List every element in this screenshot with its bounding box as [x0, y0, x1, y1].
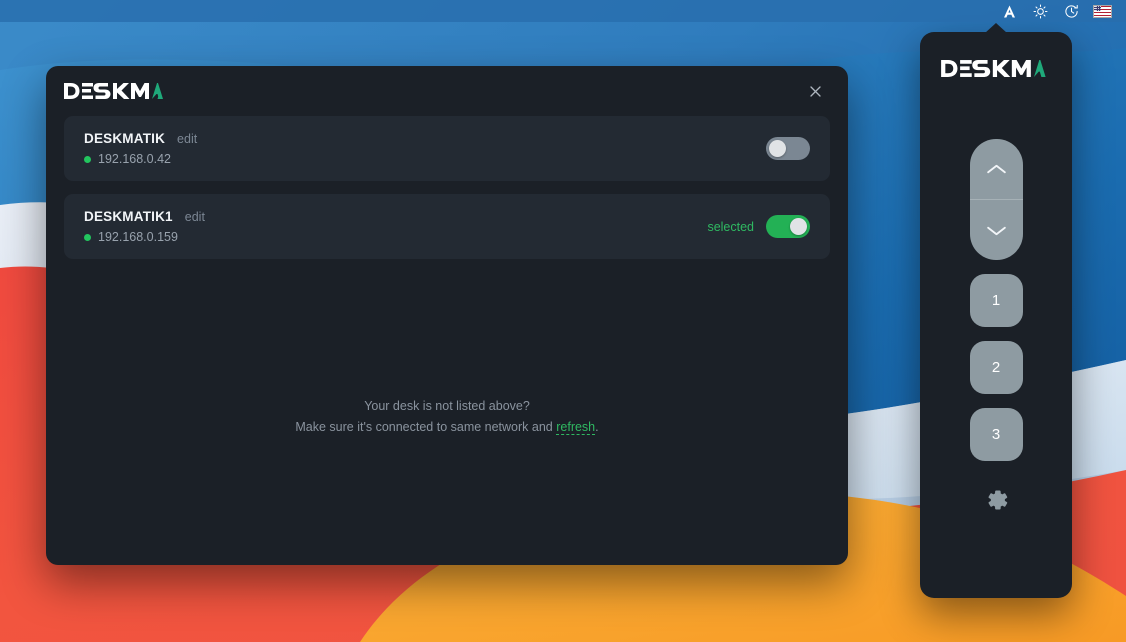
chevron-up-icon — [986, 163, 1007, 176]
device-edit-button[interactable]: edit — [177, 132, 197, 146]
desk-down-button[interactable] — [970, 200, 1023, 260]
control-panel: 1 2 3 — [920, 23, 1072, 598]
menubar-item-brightness[interactable] — [1025, 0, 1056, 22]
menubar-item-language[interactable] — [1087, 0, 1118, 22]
clock-icon — [1064, 4, 1079, 19]
device-title-row: DESKMATIK1 edit — [84, 209, 707, 224]
height-adjust-control — [969, 139, 1023, 260]
desk-up-button[interactable] — [969, 139, 1023, 200]
panel-pointer-notch — [985, 23, 1007, 33]
preset-label: 1 — [991, 292, 1001, 309]
footer-line-2: Make sure it's connected to same network… — [46, 417, 848, 438]
device-status-row: 192.168.0.159 — [84, 230, 707, 244]
device-list: DESKMATIK edit 192.168.0.42 DESKMATIK1 e… — [46, 116, 848, 259]
footer-line-1: Your desk is not listed above? — [364, 399, 530, 413]
sun-icon — [1033, 4, 1048, 19]
toggle-knob — [769, 140, 786, 157]
gear-icon — [981, 485, 1011, 515]
toggle-knob — [790, 218, 807, 235]
menubar-item-app[interactable] — [994, 0, 1025, 22]
device-picker-modal: DESKMATIK edit 192.168.0.42 DESKMATIK1 e… — [46, 66, 848, 565]
status-dot-online — [84, 155, 91, 163]
preset-label: 2 — [991, 359, 1001, 376]
preset-label: 3 — [991, 426, 1001, 443]
device-row[interactable]: DESKMATIK edit 192.168.0.42 — [64, 116, 830, 181]
device-edit-button[interactable]: edit — [185, 210, 205, 224]
device-info: DESKMATIK1 edit 192.168.0.159 — [84, 209, 707, 244]
device-ip: 192.168.0.159 — [98, 230, 178, 244]
modal-footer: Your desk is not listed above? Make sure… — [46, 396, 848, 438]
device-info: DESKMATIK edit 192.168.0.42 — [84, 131, 754, 166]
device-title-row: DESKMATIK edit — [84, 131, 754, 146]
device-controls — [754, 137, 810, 160]
preset-button-2[interactable]: 2 — [969, 341, 1023, 394]
chevron-down-icon — [986, 224, 1007, 237]
selected-label: selected — [707, 219, 754, 234]
preset-button-1[interactable]: 1 — [969, 274, 1023, 327]
settings-button[interactable] — [979, 483, 1013, 517]
status-dot-online — [84, 233, 91, 241]
device-toggle[interactable] — [766, 215, 810, 238]
us-flag-icon — [1093, 4, 1112, 18]
modal-header — [46, 66, 848, 116]
deskmatik-triangle-icon — [1002, 4, 1017, 19]
device-toggle[interactable] — [766, 137, 810, 160]
device-status-row: 192.168.0.42 — [84, 152, 754, 166]
device-controls: selected — [707, 215, 810, 238]
device-ip: 192.168.0.42 — [98, 152, 171, 166]
footer-line-2-suffix: . — [595, 420, 599, 434]
panel-deskmatik-logo — [940, 59, 1052, 78]
close-button[interactable] — [800, 76, 830, 106]
refresh-link[interactable]: refresh — [556, 420, 596, 435]
menubar — [0, 0, 1126, 22]
device-row[interactable]: DESKMATIK1 edit 192.168.0.159 selected — [64, 194, 830, 259]
preset-button-3[interactable]: 3 — [969, 408, 1023, 461]
deskmatik-logo — [64, 82, 168, 100]
footer-line-2-prefix: Make sure it's connected to same network… — [295, 420, 557, 434]
device-name: DESKMATIK1 — [84, 209, 173, 224]
device-name: DESKMATIK — [84, 131, 166, 146]
menubar-item-timemachine[interactable] — [1056, 0, 1087, 22]
